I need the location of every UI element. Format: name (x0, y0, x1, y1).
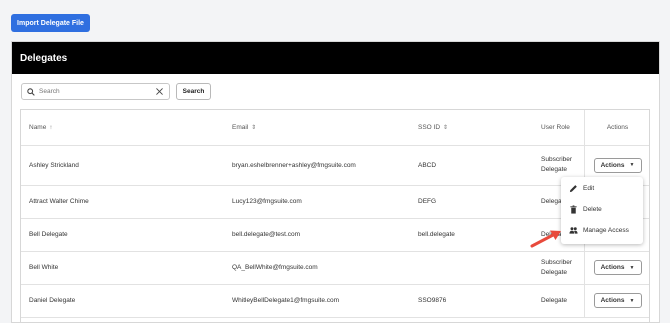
column-label: Actions (606, 124, 629, 131)
user-role-cell: Subscriber Delegate (541, 258, 573, 276)
email-cell: bell.delegate@test.com (232, 231, 301, 238)
sort-icon: ⇕ (251, 125, 257, 131)
user-role-cell: Delegate (541, 296, 568, 304)
actions-button[interactable]: Actions ▼ (593, 157, 642, 173)
column-header-user-role: User Role (541, 110, 589, 145)
menu-item-delete[interactable]: Delete (561, 199, 643, 219)
actions-label: Actions (600, 161, 625, 169)
sso-id-cell: SSO9876 (418, 297, 447, 304)
menu-item-label: Edit (583, 184, 595, 192)
sso-id-cell: ABCD (418, 161, 437, 169)
caret-down-icon: ▼ (629, 162, 635, 168)
search-button[interactable]: Search (176, 83, 211, 100)
actions-button[interactable]: Actions ▼ (593, 260, 642, 275)
search-field[interactable] (21, 83, 170, 100)
trash-icon (570, 204, 577, 214)
menu-item-label: Delete (583, 205, 602, 213)
name-cell: Bell White (29, 264, 59, 271)
import-delegate-file-button[interactable]: Import Delegate File (11, 14, 90, 32)
name-cell: Bell Delegate (29, 231, 68, 238)
column-label: User Role (541, 123, 570, 131)
menu-item-edit[interactable]: Edit (561, 178, 643, 198)
column-header-name[interactable]: Name ↑ (29, 110, 52, 145)
actions-label: Actions (600, 297, 625, 304)
email-cell: Lucy123@fmgsuite.com (232, 198, 302, 205)
close-icon[interactable] (156, 88, 163, 95)
email-cell: QA_BellWhite@fmgsuite.com (232, 264, 318, 271)
pencil-icon (569, 184, 577, 192)
email-cell: WhitleyBellDelegate1@fmgsuite.com (232, 297, 340, 304)
actions-cell: Actions ▼ (584, 284, 650, 317)
menu-item-label: Manage Access (583, 226, 629, 234)
sso-id-cell: bell.delegate (418, 231, 455, 238)
name-cell: Ashley Strickland (29, 161, 79, 169)
column-header-sso-id[interactable]: SSO ID ⇕ (418, 110, 448, 145)
column-label: Name (29, 124, 47, 131)
sso-id-cell: DEFG (418, 198, 437, 205)
caret-down-icon: ▼ (629, 264, 635, 271)
sort-icon: ⇕ (443, 125, 449, 131)
actions-label: Actions (600, 264, 625, 271)
sort-ascending-icon: ↑ (49, 124, 53, 131)
search-icon (27, 87, 35, 96)
column-header-actions: Actions (584, 110, 650, 145)
name-cell: Daniel Delegate (29, 297, 76, 304)
column-header-email[interactable]: Email ⇕ (232, 110, 256, 145)
search-input[interactable] (35, 88, 147, 95)
table-row: Attract Walter Chime Lucy123@fmgsuite.co… (21, 185, 649, 219)
delegates-table: Name ↑ Email ⇕ SSO ID ⇕ User Role Action… (20, 109, 650, 322)
caret-down-icon: ▼ (629, 297, 635, 304)
actions-dropdown-menu: Edit Delete Manage Access (561, 177, 643, 244)
table-row: Daniel Delegate WhitleyBellDelegate1@fmg… (21, 284, 649, 318)
panel-title: Delegates (12, 42, 659, 74)
table-row: Ashley Strickland bryan.eshelbrenner+ash… (21, 145, 649, 186)
column-label: SSO ID (418, 124, 441, 131)
table-header-row: Name ↑ Email ⇕ SSO ID ⇕ User Role Action… (21, 110, 649, 146)
actions-cell: Actions ▼ (584, 251, 650, 284)
email-cell: bryan.eshelbrenner+ashley@fmgsuite.com (232, 161, 356, 169)
name-cell: Attract Walter Chime (29, 198, 89, 205)
actions-button[interactable]: Actions ▼ (593, 293, 642, 308)
red-arrow-annotation-icon (530, 230, 561, 248)
column-label: Email (232, 124, 249, 131)
table-row: Bell White QA_BellWhite@fmgsuite.com Sub… (21, 251, 649, 285)
people-icon (569, 226, 578, 234)
menu-item-manage-access[interactable]: Manage Access (561, 220, 643, 240)
